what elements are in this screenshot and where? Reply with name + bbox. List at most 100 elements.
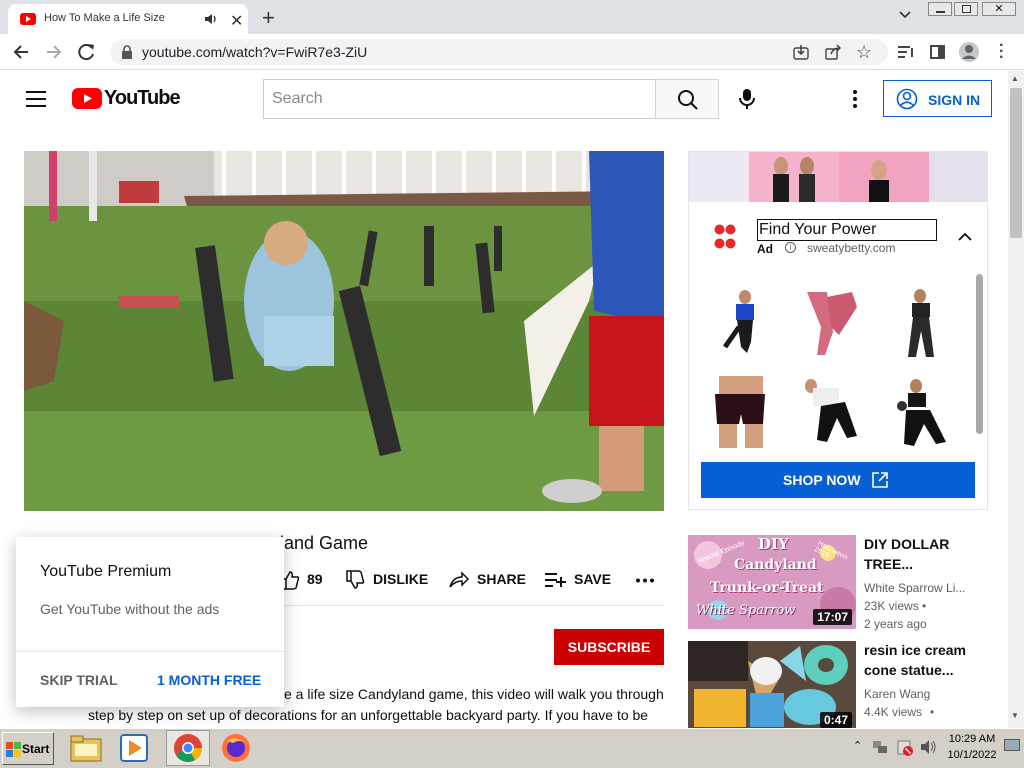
profile-avatar-icon[interactable] [959,42,979,62]
meta-separator: • [922,599,927,613]
video-frame [24,151,664,511]
share-button[interactable]: SHARE [448,568,528,592]
suggestion-title-line-2[interactable]: TREE... [864,554,913,574]
restore-button[interactable] [954,2,978,16]
suggestion-title-line-2[interactable]: cone statue... [864,660,953,680]
taskbar: Start ⌃ 10:29 AM 10/1/2022 [0,728,1024,768]
file-explorer-icon[interactable] [70,733,102,763]
reload-icon[interactable] [77,42,97,62]
scroll-up-arrow-icon[interactable]: ▲ [1011,74,1019,83]
video-player[interactable] [24,151,664,511]
playlist-add-icon [545,573,566,587]
popup-divider [16,651,284,652]
suggestion-title-line-1[interactable]: DIY DOLLAR [864,534,949,554]
video-duration: 17:07 [813,609,852,625]
suggestion-title-line-1[interactable]: resin ice cream [864,640,966,660]
share-page-icon[interactable] [825,44,841,60]
sign-in-button[interactable]: SIGN IN [883,80,992,117]
ad-domain: sweatybetty.com [807,241,896,255]
account-icon [896,88,918,110]
youtube-favicon-icon [20,13,36,25]
suggestion-thumbnail[interactable]: DIY Candyland Trunk-or-Treat White Sparr… [688,535,856,629]
like-button[interactable]: 89 [280,568,330,592]
save-label: SAVE [574,571,612,587]
search-button[interactable] [655,79,719,119]
thumbnail-text-candyland: Candyland [734,557,817,573]
save-button[interactable]: SAVE [545,568,615,592]
share-label: SHARE [477,571,527,587]
back-icon[interactable] [12,43,30,61]
dislike-label: DISLIKE [373,571,429,587]
bookmark-star-icon[interactable]: ☆ [856,42,872,63]
ad-product-image[interactable] [886,376,953,450]
minimize-button[interactable] [928,2,952,16]
ad-product-image[interactable] [707,287,774,361]
sweaty-betty-logo-icon [714,224,736,249]
description-line-1: e a life size Candyland game, this video… [284,686,664,702]
forward-icon[interactable] [45,43,63,61]
suggestion-channel[interactable]: Karen Wang [864,687,930,701]
media-control-icon[interactable] [897,45,915,59]
like-count: 89 [307,571,323,587]
start-button[interactable]: Start [2,732,54,765]
side-panel-icon[interactable] [930,45,945,59]
browser-tab[interactable]: How To Make a Life Size Candy ✕ [8,4,248,34]
subscribe-button[interactable]: SUBSCRIBE [554,629,664,665]
clock-date: 10/1/2022 [947,749,997,761]
tray-expand-icon[interactable]: ⌃ [853,739,862,752]
media-player-icon[interactable] [120,734,148,762]
thumbs-down-icon [346,570,365,589]
microphone-icon[interactable] [738,88,756,110]
scrollbar-thumb[interactable] [1010,88,1022,238]
browser-tab-strip: How To Make a Life Size Candy ✕ + ✕ [0,0,1024,34]
skip-trial-button[interactable]: SKIP TRIAL [40,672,118,688]
show-desktop-icon[interactable] [1004,739,1020,751]
close-window-button[interactable]: ✕ [982,2,1016,16]
search-input[interactable]: Search [263,79,656,119]
install-app-icon[interactable] [793,44,809,60]
tab-close-icon[interactable]: ✕ [230,11,243,31]
lock-icon[interactable] [121,45,133,59]
ad-scrollbar[interactable] [976,274,983,434]
firefox-icon[interactable] [221,733,251,763]
shop-now-label: SHOP NOW [783,472,861,488]
video-title: land Game [280,533,369,553]
shop-now-button[interactable]: SHOP NOW [701,462,975,498]
more-actions-icon[interactable] [636,578,654,583]
start-label: Start [22,742,50,756]
scroll-down-arrow-icon[interactable]: ▼ [1011,711,1019,720]
browser-menu-icon[interactable]: · · · [999,38,1004,66]
tab-audio-icon[interactable] [204,12,218,26]
collapse-chevron-icon[interactable] [958,232,972,242]
ad-product-image[interactable] [797,287,864,361]
network-tray-icon[interactable] [872,739,888,755]
chrome-icon [174,734,202,762]
chrome-taskbar-button[interactable] [166,730,210,766]
external-link-icon [872,472,888,488]
suggestion-views: 23K views [864,599,919,613]
hamburger-menu-icon[interactable] [26,91,46,107]
ad-info-icon[interactable]: i [785,242,796,253]
popup-title: YouTube Premium [40,563,172,580]
settings-more-icon[interactable] [852,90,858,108]
ad-product-image[interactable] [886,287,953,361]
dislike-button[interactable]: DISLIKE [345,568,430,592]
ad-product-image[interactable] [797,376,864,450]
ad-product-image[interactable] [707,376,774,450]
tab-title: How To Make a Life Size Candy [44,12,168,24]
volume-tray-icon[interactable] [920,739,938,755]
suggestion-channel[interactable]: White Sparrow Li... [864,581,965,595]
youtube-logo[interactable]: YouTube [72,87,181,110]
address-bar[interactable]: youtube.com/watch?v=FwiR7e3-ZiU ☆ [110,39,888,65]
tab-search-chevron-icon[interactable] [898,8,912,22]
popup-subtitle: Get YouTube without the ads [40,601,220,617]
month-free-button[interactable]: 1 MONTH FREE [157,672,261,688]
new-tab-icon[interactable]: + [262,5,275,31]
suggestion-thumbnail[interactable]: 0:47 [688,641,856,728]
ad-headline[interactable]: Find Your Power [757,219,937,241]
page-scrollbar[interactable]: ▲ ▼ [1008,71,1024,728]
share-icon [449,571,470,588]
windows-logo-icon [6,742,21,757]
youtube-logo-icon [72,88,102,109]
security-tray-icon[interactable] [896,739,914,757]
